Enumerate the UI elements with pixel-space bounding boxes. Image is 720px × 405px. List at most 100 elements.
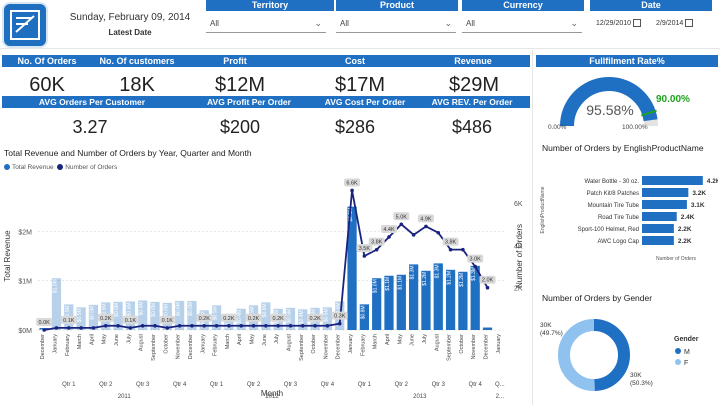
orders-point — [66, 326, 71, 330]
x-month-label: June — [410, 334, 416, 346]
orders-data-label: 3.8K — [445, 240, 457, 246]
x-month-label: March — [77, 334, 83, 349]
orders-data-label: 0.1K — [162, 318, 174, 324]
gender-legend-label: M — [684, 349, 690, 356]
orders-point — [116, 323, 120, 328]
x-month-label: January — [52, 334, 58, 354]
currency-filter-dropdown[interactable]: All ⌄ — [462, 13, 582, 33]
x-month-label: January — [348, 334, 354, 354]
product-filter-dropdown[interactable]: All ⌄ — [336, 13, 456, 33]
x-month-label: December — [336, 334, 342, 360]
orders-point — [54, 326, 59, 330]
kpi-orders-label: No. Of Orders — [17, 56, 77, 66]
product-value-label: 3.2K — [692, 190, 706, 197]
orders-point — [251, 323, 256, 328]
revenue-bar-label: $0.6M — [163, 304, 169, 318]
x-month-label: June — [114, 334, 120, 346]
avg-rev-value: $486 — [451, 117, 493, 137]
orders-data-label: 2.0K — [482, 278, 494, 284]
gender-orders-chart: 30K(49.7%)30K(50.3%)GenderMF — [540, 319, 699, 391]
product-name-label: Sport-100 Helmet, Red — [578, 227, 639, 233]
revenue-bar-label: $0.4M — [299, 310, 305, 324]
x-quarter-label: Qtr 3 — [284, 382, 298, 388]
revenue-bar-label: $1.2M — [459, 273, 465, 287]
product-orders-chart: Water Bottle - 30 oz. 4.2K Patch Kit/8 Pat… — [540, 176, 718, 262]
orders-data-label: 5.0K — [396, 214, 408, 220]
orders-point — [461, 247, 465, 252]
orders-point — [424, 224, 428, 229]
product-chart-title: Number of Orders by EnglishProductName — [542, 143, 704, 153]
avg-profit-label: AVG Profit Per Order — [207, 97, 291, 107]
orders-data-label: 0.1K — [125, 318, 137, 324]
orders-point — [190, 323, 194, 328]
product-filter-label: Product — [336, 0, 458, 11]
logo-icon — [10, 10, 40, 40]
orders-data-label: 0.2K — [223, 316, 235, 322]
gender-m-value: 30K — [540, 322, 552, 329]
orders-point — [214, 323, 219, 328]
orders-point — [239, 323, 244, 328]
revenue-bar-label: $0.5M — [77, 308, 83, 322]
date-to-input[interactable]: 2/9/2014 — [656, 13, 714, 33]
gender-m-pct: (49.7%) — [540, 330, 563, 337]
avg-orders-label: AVG Orders Per Customer — [38, 97, 146, 107]
orders-point — [202, 323, 207, 328]
x-quarter-label: Qtr 1 — [62, 382, 76, 388]
y-tick-label: $2M — [18, 229, 32, 236]
revenue-bar-label: $0.4M — [237, 310, 243, 324]
gender-legend-label: F — [684, 360, 688, 367]
x-year-label: 2011 — [118, 394, 132, 400]
product-bar — [642, 236, 674, 245]
main-chart-title: Total Revenue and Number of Orders by Ye… — [4, 148, 252, 158]
orders-point — [485, 285, 490, 290]
x-quarter-label: Qtr 1 — [210, 382, 224, 388]
product-bar — [642, 176, 703, 185]
x-quarter-label: Qtr 4 — [173, 382, 187, 388]
kpi-profit-label: Profit — [223, 56, 247, 66]
orders-point — [448, 247, 453, 252]
kpi-customers-label: No. Of customers — [99, 56, 175, 66]
revenue-bar-label: $1.1M — [397, 276, 403, 290]
revenue-bar-label: $0.6M — [176, 302, 182, 316]
product-name-label: Mountain Tire Tube — [588, 203, 640, 209]
orders-data-label: 0.3K — [334, 314, 346, 320]
product-bar — [642, 200, 687, 209]
x-month-label: September — [151, 334, 157, 361]
gauge-max: 100.00% — [622, 124, 648, 131]
gauge-value: 95.58% — [586, 102, 634, 118]
orders-point — [337, 321, 342, 326]
legend-orders-label: Number of Orders — [65, 164, 118, 171]
date-from-input[interactable]: 12/29/2010 — [596, 13, 654, 33]
gender-f-pct: (50.3%) — [630, 380, 653, 387]
legend-revenue-marker — [4, 164, 10, 171]
x-month-label: July — [126, 334, 132, 344]
gender-slice-f — [558, 319, 595, 391]
x-quarter-label: Q... — [495, 382, 505, 388]
product-value-label: 3.1K — [691, 202, 705, 209]
latest-date-label: Latest Date — [108, 28, 152, 37]
revenue-bar-label: $1.2M — [422, 272, 428, 286]
currency-filter-value: All — [466, 19, 475, 28]
orders-data-label: 4.9K — [420, 216, 432, 222]
revenue-bar-label: $0.6M — [139, 301, 145, 315]
x-month-label: October — [311, 334, 317, 354]
product-name-label: AWC Logo Cap — [598, 239, 640, 245]
x-year-label: 2... — [496, 394, 505, 400]
orders-data-label: 3.8K — [371, 240, 383, 246]
x-month-label: May — [397, 334, 403, 345]
x-month-label: December — [484, 334, 490, 360]
revenue-bar-label: $1.0M — [52, 279, 58, 293]
product-bar — [642, 188, 689, 197]
orders-point — [177, 323, 182, 328]
orders-point — [387, 235, 391, 239]
revenue-bar-label: $0.6M — [151, 303, 157, 317]
product-value-label: 2.4K — [681, 214, 695, 221]
calendar-icon — [685, 19, 694, 27]
x-month-label: June — [262, 334, 268, 346]
revenue-bar-label: $0.8M — [360, 305, 366, 319]
x-month-label: May — [250, 334, 256, 345]
territory-filter-dropdown[interactable]: All ⌄ — [206, 13, 326, 33]
orders-point — [399, 222, 404, 227]
orders-data-label: 0.2K — [272, 316, 284, 322]
gender-chart-title: Number of Orders by Gender — [542, 293, 653, 303]
